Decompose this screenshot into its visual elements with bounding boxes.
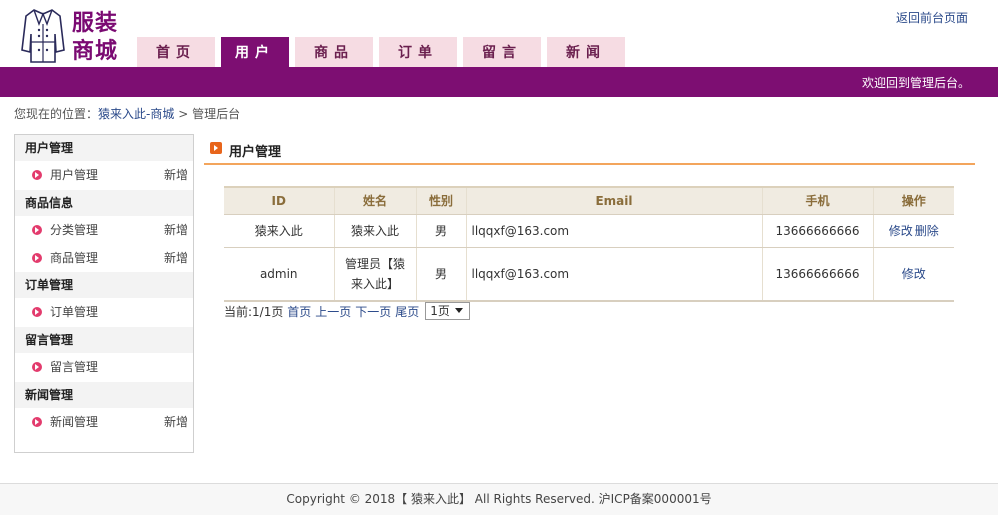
prev-page-link[interactable]: 上一页 bbox=[315, 305, 351, 319]
edit-link[interactable]: 修改 bbox=[889, 224, 913, 238]
cell-phone: 13666666666 bbox=[761, 214, 873, 248]
copyright-text: Copyright © 2018【 猿来入此】 All Rights Reser… bbox=[286, 492, 712, 506]
arrow-square-icon bbox=[210, 142, 222, 154]
breadcrumb-site-link[interactable]: 猿来入此-商城 bbox=[98, 107, 174, 121]
footer: Copyright © 2018【 猿来入此】 All Rights Reser… bbox=[0, 483, 998, 515]
pagination: 当前:1/1页 首页 上一页 下一页 尾页 1页 bbox=[224, 301, 471, 322]
cell-name: 管理员【猿来入此】 bbox=[333, 247, 416, 302]
arrow-bullet-icon bbox=[32, 170, 42, 180]
sidebar-item-order-manage[interactable]: 订单管理 bbox=[15, 298, 193, 327]
main-section-header: 用户管理 bbox=[204, 138, 975, 165]
last-page-link[interactable]: 尾页 bbox=[395, 305, 419, 319]
column-header-gender: 性别 bbox=[415, 186, 466, 215]
nav-tab-orders[interactable]: 订单 bbox=[379, 37, 457, 67]
column-header-name: 姓名 bbox=[333, 186, 416, 215]
chevron-down-icon bbox=[455, 307, 464, 313]
cell-gender: 男 bbox=[415, 247, 466, 302]
cell-email: llqqxf@163.com bbox=[465, 247, 762, 302]
sidebar-item-category-manage[interactable]: 分类管理 新增 bbox=[15, 216, 193, 245]
breadcrumb-current: 管理后台 bbox=[192, 107, 241, 121]
cell-phone: 13666666666 bbox=[761, 247, 873, 302]
cell-gender: 男 bbox=[415, 214, 466, 248]
page-select[interactable]: 1页 bbox=[425, 301, 471, 320]
arrow-bullet-icon bbox=[32, 253, 42, 263]
sidebar-add-product-link[interactable]: 新增 bbox=[164, 245, 188, 272]
breadcrumb: 您现在的位置：猿来入此-商城 > 管理后台 bbox=[14, 105, 240, 122]
column-header-actions: 操作 bbox=[872, 186, 954, 215]
sidebar-group-users: 用户管理 bbox=[15, 135, 193, 161]
sidebar-item-news-manage[interactable]: 新闻管理 新增 bbox=[15, 408, 193, 437]
delete-link[interactable]: 删除 bbox=[915, 224, 939, 238]
arrow-bullet-icon bbox=[32, 225, 42, 235]
sidebar-item-product-manage[interactable]: 商品管理 新增 bbox=[15, 245, 193, 272]
back-to-frontend-link[interactable]: 返回前台页面 bbox=[896, 9, 968, 26]
table-row: admin 管理员【猿来入此】 男 llqqxf@163.com 1366666… bbox=[224, 247, 954, 302]
cell-id: 猿来入此 bbox=[224, 214, 334, 248]
logo: 服装 商城 bbox=[20, 6, 130, 66]
first-page-link[interactable]: 首页 bbox=[287, 305, 311, 319]
breadcrumb-prefix: 您现在的位置： bbox=[14, 107, 99, 121]
sidebar-add-user-link[interactable]: 新增 bbox=[164, 161, 188, 190]
sidebar-item-label: 订单管理 bbox=[50, 305, 99, 319]
nav-tab-news[interactable]: 新闻 bbox=[547, 37, 625, 67]
nav-tab-users[interactable]: 用户 bbox=[221, 37, 289, 67]
table-header-row: ID 姓名 性别 Email 手机 操作 bbox=[224, 186, 954, 215]
sidebar-item-label: 留言管理 bbox=[50, 360, 99, 374]
page-status: 当前:1/1页 bbox=[224, 305, 284, 319]
cell-actions: 修改 删除 bbox=[872, 214, 954, 248]
sidebar-group-news: 新闻管理 bbox=[15, 382, 193, 408]
edit-link[interactable]: 修改 bbox=[902, 267, 926, 281]
table-row: 猿来入此 猿来入此 男 llqqxf@163.com 13666666666 修… bbox=[224, 214, 954, 248]
arrow-bullet-icon bbox=[32, 307, 42, 317]
next-page-link[interactable]: 下一页 bbox=[355, 305, 391, 319]
page-title: 用户管理 bbox=[229, 145, 282, 160]
sidebar-item-message-manage[interactable]: 留言管理 bbox=[15, 353, 193, 382]
sidebar-add-news-link[interactable]: 新增 bbox=[164, 408, 188, 437]
sidebar-add-category-link[interactable]: 新增 bbox=[164, 216, 188, 245]
coat-icon bbox=[21, 9, 65, 63]
sidebar-item-label: 分类管理 bbox=[50, 223, 99, 237]
sidebar: 用户管理 用户管理 新增 商品信息 分类管理 新增 商品管理 新增 订单管理 订… bbox=[14, 134, 194, 453]
column-header-email: Email bbox=[465, 186, 762, 215]
nav-tab-messages[interactable]: 留言 bbox=[463, 37, 541, 67]
sidebar-group-messages: 留言管理 bbox=[15, 327, 193, 353]
arrow-bullet-icon bbox=[32, 362, 42, 372]
breadcrumb-separator: > bbox=[178, 107, 189, 121]
header: 服装 商城 返回前台页面 首页 用户 商品 订单 留言 新闻 bbox=[0, 0, 998, 67]
sidebar-item-label: 新闻管理 bbox=[50, 415, 99, 429]
user-table: ID 姓名 性别 Email 手机 操作 猿来入此 猿来入此 男 llqqxf@… bbox=[224, 186, 954, 302]
arrow-bullet-icon bbox=[32, 417, 42, 427]
cell-email: llqqxf@163.com bbox=[465, 214, 762, 248]
logo-text: 服装 商城 bbox=[72, 10, 132, 66]
sidebar-item-label: 用户管理 bbox=[50, 168, 99, 182]
column-header-id: ID bbox=[224, 186, 334, 215]
welcome-text: 欢迎回到管理后台。 bbox=[861, 76, 970, 90]
welcome-bar: 欢迎回到管理后台。 bbox=[0, 67, 998, 97]
sidebar-item-label: 商品管理 bbox=[50, 251, 99, 265]
cell-actions: 修改 bbox=[872, 247, 954, 302]
logo-line-2: 商城 bbox=[72, 39, 119, 64]
logo-line-1: 服装 bbox=[72, 11, 119, 36]
cell-id: admin bbox=[224, 247, 334, 302]
cell-name: 猿来入此 bbox=[333, 214, 416, 248]
page-select-value: 1页 bbox=[430, 303, 450, 318]
nav-tab-home[interactable]: 首页 bbox=[137, 37, 215, 67]
column-header-phone: 手机 bbox=[761, 186, 873, 215]
sidebar-group-products: 商品信息 bbox=[15, 190, 193, 216]
nav-tab-products[interactable]: 商品 bbox=[295, 37, 373, 67]
sidebar-group-orders: 订单管理 bbox=[15, 272, 193, 298]
sidebar-item-user-manage[interactable]: 用户管理 新增 bbox=[15, 161, 193, 190]
